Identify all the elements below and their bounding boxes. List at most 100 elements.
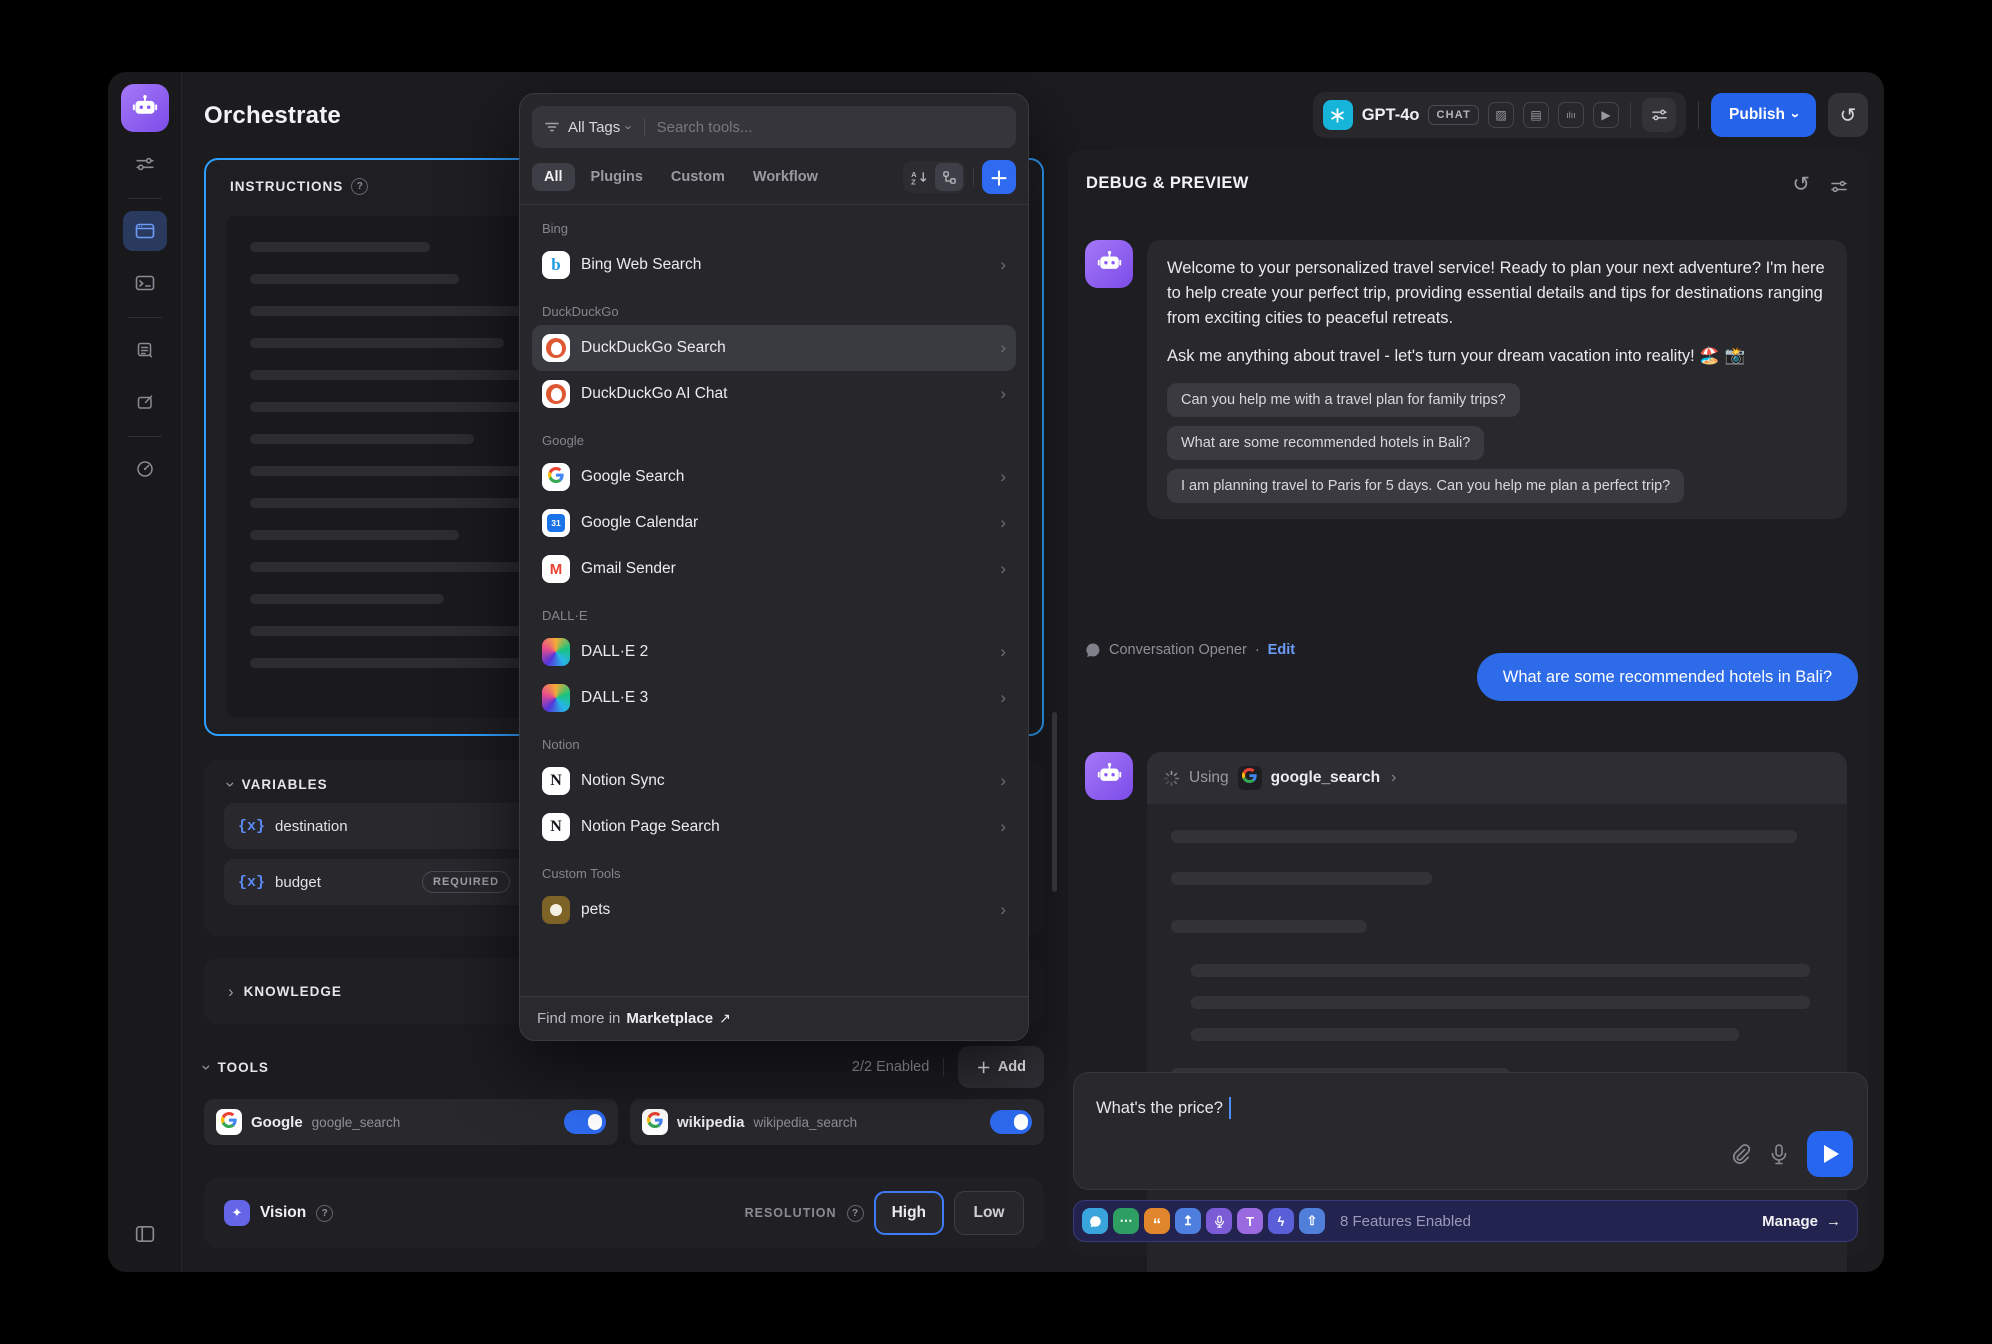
help-icon[interactable]: ?: [351, 178, 368, 195]
tool-row-bing-web-search[interactable]: b Bing Web Search ›: [532, 242, 1016, 288]
wikipedia-tool-toggle[interactable]: [990, 1110, 1032, 1134]
tool-row-dalle-2[interactable]: DALL·E 2 ›: [532, 629, 1016, 675]
help-icon[interactable]: ?: [316, 1205, 333, 1222]
rail-item-orchestrate[interactable]: [123, 211, 167, 251]
variable-icon: {x}: [238, 818, 265, 835]
loading-spinner-icon: [1163, 770, 1180, 787]
instructions-title: INSTRUCTIONS: [230, 179, 343, 194]
marketplace-footer[interactable]: Find more in Marketplace ↗: [520, 996, 1028, 1040]
marketplace-link[interactable]: Marketplace: [626, 1010, 713, 1027]
rail-item-terminal[interactable]: [123, 263, 167, 303]
chevron-down-icon[interactable]: ›: [222, 782, 239, 788]
features-enabled-status: 8 Features Enabled: [1340, 1213, 1471, 1230]
orchestrate-settings-icon[interactable]: [123, 144, 167, 184]
provider-label-bing: Bing: [532, 221, 1016, 236]
attachment-icon[interactable]: [1730, 1144, 1751, 1165]
page-title: Orchestrate: [204, 102, 341, 130]
audio-capability-icon: ılıı: [1558, 102, 1584, 128]
divider: [943, 1058, 944, 1076]
speech-bubble-icon: [1085, 642, 1101, 658]
arrow-right-icon: →: [1826, 1213, 1841, 1230]
tool-row-google-search[interactable]: Google Search ›: [532, 454, 1016, 500]
model-selector[interactable]: GPT-4o CHAT ▨ ▤ ılıı ▶: [1313, 92, 1686, 138]
chevron-down-icon: ›: [623, 125, 636, 129]
quick-replies-feature-icon: ϟ: [1268, 1208, 1294, 1234]
add-tool-button[interactable]: ＋ Add: [958, 1046, 1044, 1088]
variable-icon: {x}: [238, 874, 265, 891]
vision-title: Vision: [260, 1204, 306, 1222]
features-bar[interactable]: ⋯ “ ↥ T ϟ ⇧ 8 Features Enabled Manage→: [1073, 1200, 1858, 1242]
suggested-question-chip[interactable]: Can you help me with a travel plan for f…: [1167, 383, 1520, 417]
chevron-right-icon: ›: [1000, 255, 1006, 275]
chevron-right-icon: ›: [1000, 900, 1006, 920]
tool-row-google-calendar[interactable]: 31 Google Calendar ›: [532, 500, 1016, 546]
document-upload-feature-icon: ⇧: [1299, 1208, 1325, 1234]
arrow-up-right-icon: ↗: [719, 1010, 731, 1027]
microphone-icon[interactable]: [1769, 1143, 1789, 1165]
version-history-button[interactable]: ↺: [1828, 93, 1868, 137]
chat-input-value[interactable]: What's the price?: [1096, 1099, 1223, 1118]
video-capability-icon: ▶: [1593, 102, 1619, 128]
tool-card-wikipedia[interactable]: wikipedia wikipedia_search: [630, 1099, 1044, 1145]
tool-row-duckduckgo-search[interactable]: DuckDuckGo Search ›: [532, 325, 1016, 371]
rail-item-annotations[interactable]: [123, 382, 167, 422]
bot-avatar-robot-icon: [1085, 752, 1133, 800]
bot-message: Welcome to your personalized travel serv…: [1085, 240, 1847, 519]
google-tool-toggle[interactable]: [564, 1110, 606, 1134]
tool-row-dalle-3[interactable]: DALL·E 3 ›: [532, 675, 1016, 721]
tool-row-gmail-sender[interactable]: M Gmail Sender ›: [532, 546, 1016, 592]
restart-conversation-icon[interactable]: ↺: [1792, 172, 1810, 197]
tools-enabled-count: 2/2 Enabled: [852, 1059, 929, 1075]
model-parameters-icon[interactable]: [1642, 98, 1676, 132]
chevron-down-icon[interactable]: ›: [198, 1064, 215, 1070]
divider: [973, 168, 974, 186]
conversation-opener-row: Conversation Opener · Edit: [1085, 642, 1295, 658]
tool-search-input[interactable]: Search tools...: [657, 119, 753, 136]
tool-card-google[interactable]: Google google_search: [204, 1099, 618, 1145]
divider: [1698, 101, 1699, 129]
manage-features-button[interactable]: Manage→: [1762, 1213, 1849, 1230]
chat-input[interactable]: What's the price?: [1073, 1072, 1868, 1190]
citations-feature-icon: “: [1144, 1208, 1170, 1234]
google-calendar-icon: 31: [542, 509, 570, 537]
tools-title: TOOLS: [218, 1060, 269, 1075]
tab-custom[interactable]: Custom: [659, 163, 737, 191]
app-logo-robot-icon[interactable]: [121, 84, 169, 132]
tool-row-duckduckgo-ai-chat[interactable]: DuckDuckGo AI Chat ›: [532, 371, 1016, 417]
suggested-question-chip[interactable]: What are some recommended hotels in Bali…: [1167, 426, 1484, 460]
scrollbar-thumb[interactable]: [1052, 712, 1057, 892]
text-to-speech-feature-icon: T: [1237, 1208, 1263, 1234]
tool-search-bar[interactable]: All Tags › Search tools...: [532, 106, 1016, 148]
provider-label-custom-tools: Custom Tools: [532, 866, 1016, 881]
help-icon[interactable]: ?: [847, 1205, 864, 1222]
tool-row-pets[interactable]: pets ›: [532, 887, 1016, 933]
user-message: What are some recommended hotels in Bali…: [1477, 668, 1858, 687]
collapse-panel-icon[interactable]: [123, 1214, 167, 1254]
divider: [1630, 102, 1631, 128]
tool-row-notion-sync[interactable]: N Notion Sync ›: [532, 758, 1016, 804]
tab-workflow[interactable]: Workflow: [741, 163, 830, 191]
chevron-right-icon: ›: [1000, 688, 1006, 708]
provider-label-notion: Notion: [532, 737, 1016, 752]
resolution-high-button[interactable]: High: [874, 1191, 944, 1235]
duckduckgo-icon: [542, 380, 570, 408]
sort-alphabetical-icon[interactable]: AZ: [905, 163, 933, 191]
dalle-icon: [542, 638, 570, 666]
tool-picker-popup: All Tags › Search tools... All Plugins C…: [519, 93, 1029, 1041]
tool-call-status[interactable]: Using google_search ›: [1147, 752, 1847, 804]
create-tool-button[interactable]: ＋: [982, 160, 1016, 194]
debug-settings-icon[interactable]: [1830, 176, 1848, 200]
edit-opener-link[interactable]: Edit: [1268, 642, 1295, 658]
tab-plugins[interactable]: Plugins: [579, 163, 655, 191]
resolution-low-button[interactable]: Low: [954, 1191, 1024, 1235]
tool-row-notion-page-search[interactable]: N Notion Page Search ›: [532, 804, 1016, 850]
send-button[interactable]: [1807, 1131, 1853, 1177]
suggested-question-chip[interactable]: I am planning travel to Paris for 5 days…: [1167, 469, 1684, 503]
rail-item-monitoring[interactable]: [123, 449, 167, 489]
publish-button[interactable]: Publish›: [1711, 93, 1816, 137]
group-by-provider-icon[interactable]: [935, 163, 963, 191]
bing-icon: b: [542, 251, 570, 279]
rail-item-logs[interactable]: [123, 330, 167, 370]
tag-filter-dropdown[interactable]: All Tags ›: [568, 119, 632, 136]
tab-all[interactable]: All: [532, 163, 575, 191]
